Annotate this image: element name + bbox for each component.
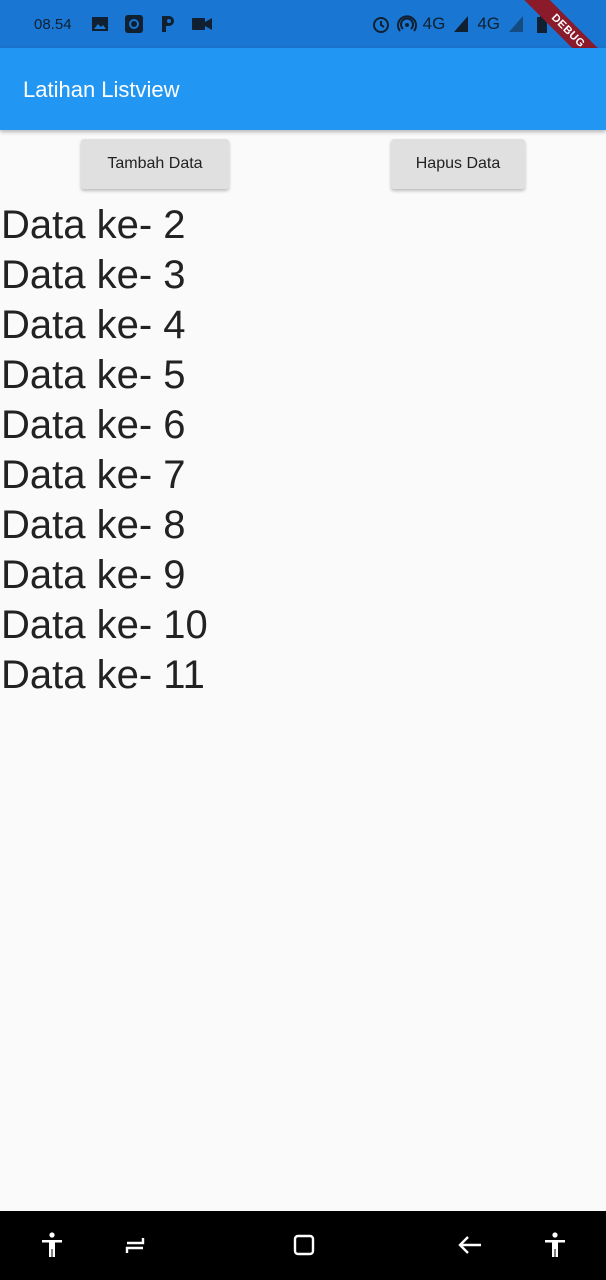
accessibility-icon[interactable] — [38, 1231, 66, 1259]
list-item: Data ke- 2 — [1, 203, 186, 247]
navigation-bar — [0, 1211, 606, 1280]
list-item: Data ke- 9 — [1, 553, 186, 597]
home-icon[interactable] — [290, 1231, 318, 1259]
status-time: 08.54 — [34, 15, 72, 33]
alarm-icon — [371, 14, 391, 34]
list-item: Data ke- 3 — [1, 253, 186, 297]
recents-icon[interactable] — [121, 1231, 149, 1259]
status-bar: 08.54 4G 4G — [0, 0, 606, 48]
hotspot-icon — [396, 14, 417, 34]
image-icon — [90, 14, 110, 34]
list-item: Data ke- 5 — [1, 353, 186, 397]
app-title: Latihan Listview — [23, 77, 180, 102]
parking-icon — [158, 14, 178, 34]
back-icon[interactable] — [456, 1231, 484, 1259]
list-item: Data ke- 7 — [1, 453, 186, 497]
delete-data-button[interactable]: Hapus Data — [391, 139, 525, 189]
network-label-1: 4G — [422, 14, 446, 33]
list-item: Data ke- 8 — [1, 503, 186, 547]
record-icon — [124, 14, 144, 34]
list-item: Data ke- 11 — [1, 653, 205, 697]
signal-icon — [451, 14, 471, 34]
accessibility-icon-2[interactable] — [541, 1231, 569, 1259]
app-bar: Latihan Listview — [0, 48, 606, 130]
signal-icon-2 — [506, 14, 526, 34]
list-item: Data ke- 6 — [1, 403, 186, 447]
data-list: Data ke- 2 Data ke- 3 Data ke- 4 Data ke… — [0, 200, 606, 700]
battery-icon — [532, 14, 552, 34]
network-label-2: 4G — [477, 14, 500, 33]
add-data-button[interactable]: Tambah Data — [81, 139, 229, 189]
list-item: Data ke- 10 — [1, 603, 208, 647]
list-item: Data ke- 4 — [1, 303, 186, 347]
video-icon — [191, 14, 212, 34]
status-left: 08.54 — [34, 14, 212, 34]
status-right: 4G 4G — [371, 0, 552, 48]
